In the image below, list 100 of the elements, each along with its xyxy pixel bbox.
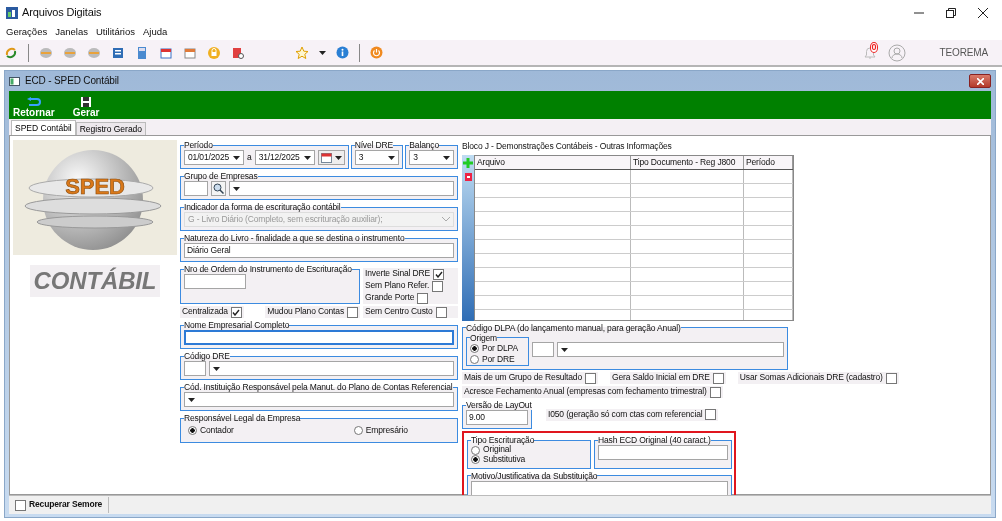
checkbox[interactable] [347, 306, 358, 318]
text-field[interactable] [471, 480, 728, 496]
user-icon[interactable] [887, 43, 906, 62]
radio-label: Contador [200, 426, 234, 436]
checkbox-label: Mais de um Grupo de Resultado [464, 373, 583, 384]
checkbox[interactable] [585, 372, 597, 384]
calculator-icon[interactable] [135, 45, 149, 60]
dropdown[interactable]: 3 [409, 150, 454, 165]
child-window-title: ECD - SPED Contábil [25, 75, 119, 87]
caret-icon [443, 155, 450, 160]
search-button[interactable] [211, 181, 226, 196]
group-label: Hash ECD Original (40 caract.) [598, 435, 711, 446]
column-header[interactable]: Período [744, 155, 793, 169]
text-field[interactable] [598, 445, 728, 461]
caret-icon [233, 155, 241, 160]
report-icon[interactable] [111, 45, 125, 60]
column-header[interactable]: Tipo Documento - Reg J800 [631, 155, 744, 169]
calendar-icon[interactable] [183, 45, 197, 60]
bell-icon[interactable] [861, 44, 878, 61]
checkbox[interactable] [709, 386, 721, 398]
checkbox[interactable] [435, 306, 447, 318]
dropdown[interactable] [557, 342, 784, 358]
checkbox[interactable] [885, 372, 897, 384]
radio-button[interactable] [188, 426, 197, 436]
info-icon[interactable] [336, 46, 349, 59]
checkbox[interactable] [433, 268, 444, 280]
checkbox[interactable] [417, 292, 429, 304]
code-field[interactable] [184, 181, 208, 196]
caret-icon [388, 155, 396, 160]
menu-item[interactable]: Janelas [55, 27, 88, 38]
dropdown[interactable] [209, 361, 454, 376]
close-icon[interactable] [978, 7, 988, 18]
column-header[interactable]: Arquivo [475, 155, 631, 169]
group-label: Período [184, 140, 213, 150]
text-field[interactable]: Diário Geral [184, 243, 454, 258]
caret-icon [188, 397, 195, 402]
radio-label: Original [483, 445, 512, 456]
date-field[interactable]: 31/12/2025 [254, 150, 315, 165]
checkbox-label: Sem Centro Custo [365, 307, 433, 317]
checkbox[interactable] [712, 372, 724, 384]
calendar-icon[interactable] [159, 45, 173, 60]
power-icon[interactable] [370, 46, 383, 59]
dropdown[interactable] [184, 392, 454, 407]
checkbox-label: Grande Porte [365, 293, 415, 303]
code-field[interactable] [532, 342, 554, 358]
group-label: Grupo de Empresas [184, 171, 258, 181]
delete-icon[interactable] [464, 172, 472, 181]
checkbox[interactable] [432, 280, 444, 292]
back-button[interactable]: Retornar [13, 97, 55, 118]
date-field[interactable]: 01/01/2025 [184, 150, 245, 165]
caret-icon [334, 155, 342, 160]
group-label: Motivo/Justificativa da Substituição [471, 470, 598, 481]
menu-item[interactable]: Utilitários [95, 27, 135, 38]
group-label: Nome Empresarial Completo [184, 320, 290, 330]
refresh-icon[interactable] [4, 45, 18, 60]
menu-item[interactable]: Gerações [6, 27, 48, 38]
caret-icon [561, 347, 568, 352]
window-title: Arquivos Digitais [22, 6, 102, 19]
save-button[interactable]: Gerar [72, 97, 100, 118]
restore-icon[interactable] [946, 7, 956, 18]
document-icon[interactable] [231, 45, 245, 60]
radio-button[interactable] [471, 445, 480, 455]
checkbox-label: Sem Plano Refer. [365, 281, 430, 291]
checkbox[interactable] [705, 409, 717, 421]
radio-button[interactable] [353, 426, 363, 436]
radio-button[interactable] [470, 354, 479, 364]
tab[interactable]: SPED Contábil [11, 120, 76, 135]
radio-label: Empresário [365, 426, 408, 436]
tab[interactable]: Registro Gerado [75, 122, 147, 135]
calendar-icon [320, 152, 332, 163]
menu-item[interactable]: Ajuda [143, 27, 168, 38]
group-label: Nível DRE [354, 140, 393, 150]
text-field[interactable]: 9.00 [466, 410, 528, 426]
star-icon[interactable] [295, 45, 309, 60]
group-label: Versão de LayOut [466, 400, 532, 411]
caret-icon [233, 186, 240, 191]
code-field[interactable] [184, 361, 206, 376]
text-field[interactable] [184, 274, 246, 289]
checkbox[interactable] [15, 499, 26, 511]
search-icon [213, 183, 224, 194]
group-label: Natureza do Livro - finalidade a que se destina o instrumento [184, 233, 405, 243]
checkbox[interactable] [230, 306, 242, 318]
range-label: a [247, 152, 252, 163]
radio-label: Por DLPA [482, 343, 518, 354]
radio-button[interactable] [471, 455, 480, 465]
radio-button[interactable] [470, 344, 479, 354]
checkbox-label: I050 (geração só com ctas com referencial [548, 409, 703, 420]
checkbox-label: Inverte Sinal DRE [365, 269, 430, 279]
calendar-button[interactable] [317, 150, 345, 165]
checkbox-label: Mudou Plano Contas [267, 307, 344, 317]
group-label: Código DLPA (do lançamento manual, para geração Anual) [466, 322, 681, 333]
group-label: Responsável Legal da Empresa [184, 413, 301, 423]
dropdown[interactable]: 3 [354, 150, 400, 165]
group-label: Origem [470, 332, 497, 343]
checkbox-label: Acresce Fechamento Anual (empresas com fechamento trimestral) [464, 387, 707, 398]
section-title: Bloco J - Demonstrações Contábeis - Outras Informações [462, 140, 673, 153]
group-label: Balanço [409, 140, 439, 150]
close-button[interactable] [969, 74, 991, 88]
text-field[interactable] [184, 330, 454, 345]
notification-badge: 0 [869, 41, 879, 53]
